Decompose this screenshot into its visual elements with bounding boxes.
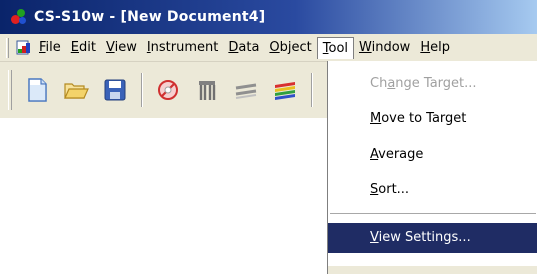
instrument-icon[interactable]: [193, 76, 221, 104]
menu-item-change-target[interactable]: Change Target...: [328, 69, 537, 99]
menu-label-post: indow: [371, 39, 411, 55]
menu-file[interactable]: File: [34, 37, 66, 59]
menu-label-post: ort...: [378, 182, 410, 197]
menu-item-sort[interactable]: Sort...: [328, 175, 537, 205]
menu-accelerator: V: [105, 39, 115, 55]
menu-data[interactable]: Data: [223, 37, 264, 59]
menubar-grip[interactable]: [6, 37, 9, 58]
menu-label-pre: Ch: [370, 76, 388, 91]
menu-bar: File Edit View Instrument Data Object To…: [0, 34, 537, 62]
menu-label-post: iew: [114, 39, 137, 55]
menu-tool[interactable]: Tool: [316, 36, 355, 59]
menu-help[interactable]: Help: [415, 37, 455, 59]
menu-label-post: nstrument: [150, 39, 219, 55]
data-list-icon[interactable]: [232, 76, 260, 104]
save-disk-icon[interactable]: [101, 76, 129, 104]
menu-accelerator: W: [359, 39, 372, 55]
menu-item-average[interactable]: Average: [328, 140, 537, 170]
open-folder-icon[interactable]: [62, 76, 90, 104]
menu-label-post: ove to Target: [381, 111, 467, 126]
menu-view[interactable]: View: [101, 37, 142, 59]
menu-instrument[interactable]: Instrument: [142, 37, 224, 59]
menu-label-post: verage: [378, 147, 424, 162]
menu-accelerator: O: [269, 39, 280, 55]
menu-accelerator: V: [370, 230, 379, 245]
menu-accelerator: E: [70, 39, 79, 55]
menu-label-post: bject: [279, 39, 312, 55]
tool-menu-dropdown: Change Target... Move to Target Average …: [327, 61, 537, 274]
new-document-icon[interactable]: [23, 76, 51, 104]
color-bars-icon[interactable]: [271, 76, 299, 104]
toolbar-separator: [311, 73, 313, 107]
document-icon[interactable]: [16, 40, 32, 56]
toolbar-grip[interactable]: [8, 70, 12, 110]
menu-bottom-edge: [328, 266, 537, 274]
menu-label-post: elp: [430, 39, 450, 55]
menu-label-post: ata: [238, 39, 260, 55]
menu-label-post: iew Settings...: [378, 230, 471, 245]
title-bar: CS-S10w - [New Document4]: [0, 0, 537, 34]
menu-accelerator: M: [370, 111, 382, 126]
toolbar-separator: [141, 73, 143, 107]
menu-window[interactable]: Window: [354, 37, 415, 59]
menu-separator: [330, 213, 536, 214]
menu-label-post: ool: [328, 40, 349, 56]
menu-edit[interactable]: Edit: [66, 37, 101, 59]
menu-accelerator: A: [370, 147, 379, 162]
menu-item-move-to-target[interactable]: Move to Target: [328, 104, 537, 134]
menu-object[interactable]: Object: [264, 37, 316, 59]
menu-accelerator: D: [228, 39, 239, 55]
menu-item-view-settings[interactable]: View Settings...: [328, 223, 537, 253]
measure-target-icon[interactable]: [154, 76, 182, 104]
menu-label-post: ile: [45, 39, 61, 55]
window-title: CS-S10w - [New Document4]: [34, 9, 266, 25]
menu-label-post: nge Target...: [395, 76, 477, 91]
app-logo-icon: [9, 7, 29, 27]
menu-accelerator: H: [420, 39, 431, 55]
menu-label-post: dit: [79, 39, 96, 55]
